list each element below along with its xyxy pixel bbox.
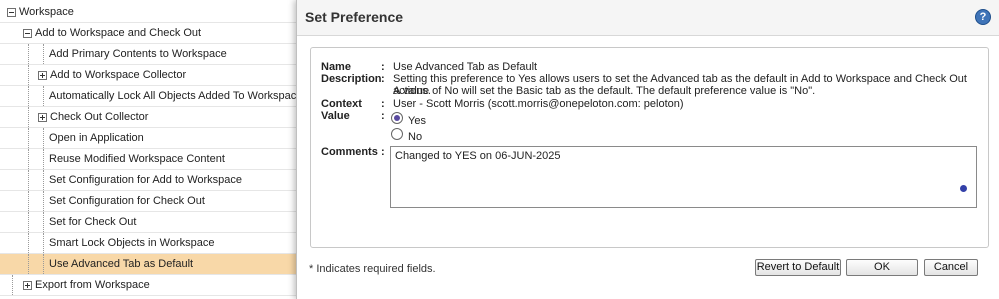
tree-item-open-in-application[interactable]: Open in Application — [0, 128, 300, 149]
tree-item-label: Use Advanced Tab as Default — [49, 258, 194, 270]
expand-icon[interactable] — [23, 280, 32, 290]
tree-guide-line — [28, 149, 29, 169]
tree-guide-line — [43, 86, 44, 106]
tree-guide-line — [43, 191, 44, 211]
collapse-icon[interactable] — [7, 7, 16, 17]
colon: : — [381, 146, 385, 158]
tree-item-add-primary-contents[interactable]: Add Primary Contents to Workspace — [0, 44, 300, 65]
tree-item-add-to-workspace-and-check-out[interactable]: Add to Workspace and Check Out — [0, 23, 300, 44]
expand-icon[interactable] — [38, 112, 47, 122]
tree-item-label: Set for Check Out — [49, 216, 137, 228]
tree-item-label: Workspace — [19, 6, 74, 18]
tree-guide-line — [28, 170, 29, 190]
tree-item-export-from-workspace[interactable]: Export from Workspace — [0, 275, 300, 296]
comments-label: Comments — [321, 146, 378, 158]
ok-button[interactable]: OK — [846, 259, 918, 276]
value-yes-label[interactable]: Yes — [408, 115, 426, 127]
tree-item-label: Automatically Lock All Objects Added To … — [49, 90, 303, 102]
tree-guide-line — [28, 191, 29, 211]
tree-guide-line — [43, 233, 44, 253]
help-icon[interactable]: ? — [975, 9, 991, 25]
tree-item-check-out-collector[interactable]: Check Out Collector — [0, 107, 300, 128]
comments-text: Changed to YES on 06-JUN-2025 — [395, 150, 561, 162]
cancel-button[interactable]: Cancel — [924, 259, 978, 276]
colon: : — [381, 98, 385, 110]
revert-to-default-button[interactable]: Revert to Default — [755, 259, 841, 276]
tree-guide-line — [28, 65, 29, 85]
value-yes-radio[interactable] — [391, 112, 403, 124]
tree-item-label: Smart Lock Objects in Workspace — [49, 237, 215, 249]
tree-item-label: Reuse Modified Workspace Content — [49, 153, 225, 165]
colon: : — [381, 61, 385, 73]
tree-guide-line — [28, 128, 29, 148]
tree-item-auto-lock[interactable]: Automatically Lock All Objects Added To … — [0, 86, 303, 107]
tree-item-label: Export from Workspace — [35, 279, 150, 291]
value-no-label[interactable]: No — [408, 131, 422, 143]
resize-handle-icon[interactable] — [960, 185, 967, 192]
tree-guide-line — [43, 254, 44, 274]
context-label: Context — [321, 98, 362, 110]
tree-item-label: Check Out Collector — [50, 111, 149, 123]
tree-item-set-config-add[interactable]: Set Configuration for Add to Workspace — [0, 170, 300, 191]
tree-item-label: Set Configuration for Add to Workspace — [49, 174, 243, 186]
tree-guide-line — [28, 212, 29, 232]
dialog-title: Set Preference — [305, 9, 404, 25]
description-label: Description — [321, 73, 382, 85]
tree-item-label: Add Primary Contents to Workspace — [49, 48, 227, 60]
tree-guide-line — [43, 212, 44, 232]
tree-item-label: Add to Workspace Collector — [50, 69, 187, 81]
tree-guide-line — [43, 44, 44, 64]
tree-item-set-config-check-out[interactable]: Set Configuration for Check Out — [0, 191, 300, 212]
tree-item-workspace[interactable]: Workspace — [0, 2, 300, 23]
tree-guide-line — [28, 233, 29, 253]
preference-details: Name : Use Advanced Tab as Default Descr… — [310, 47, 989, 248]
preference-tree: Workspace Add to Workspace and Check Out… — [0, 0, 303, 299]
set-preference-dialog: Set Preference ? Name : Use Advanced Tab… — [296, 0, 999, 299]
value-label: Value — [321, 110, 350, 122]
colon: : — [381, 110, 385, 122]
tree-guide-line — [12, 275, 13, 295]
tree-guide-line — [28, 107, 29, 127]
tree-guide-line — [28, 86, 29, 106]
tree-item-label: Open in Application — [49, 132, 144, 144]
tree-item-use-advanced-tab[interactable]: Use Advanced Tab as Default — [0, 254, 300, 275]
tree-guide-line — [28, 44, 29, 64]
tree-item-label: Add to Workspace and Check Out — [35, 27, 202, 39]
tree-item-smart-lock[interactable]: Smart Lock Objects in Workspace — [0, 233, 300, 254]
required-fields-note: * Indicates required fields. — [309, 263, 436, 275]
tree-guide-line — [43, 170, 44, 190]
description-line-2: A value of No will set the Basic tab as … — [393, 85, 816, 97]
tree-item-add-to-workspace-collector[interactable]: Add to Workspace Collector — [0, 65, 300, 86]
tree-item-reuse-modified-content[interactable]: Reuse Modified Workspace Content — [0, 149, 300, 170]
tree-guide-line — [28, 254, 29, 274]
colon: : — [381, 73, 385, 85]
value-no-radio[interactable] — [391, 128, 403, 140]
tree-item-label: Set Configuration for Check Out — [49, 195, 205, 207]
tree-guide-line — [43, 149, 44, 169]
context-value: User - Scott Morris (scott.morris@onepel… — [393, 98, 684, 110]
name-label: Name — [321, 61, 351, 73]
name-value: Use Advanced Tab as Default — [393, 61, 538, 73]
tree-guide-line — [43, 128, 44, 148]
tree-item-set-for-check-out[interactable]: Set for Check Out — [0, 212, 300, 233]
collapse-icon[interactable] — [23, 28, 32, 38]
dialog-header: Set Preference ? — [297, 0, 999, 36]
expand-icon[interactable] — [38, 70, 47, 80]
comments-textarea[interactable]: Changed to YES on 06-JUN-2025 — [390, 146, 977, 208]
